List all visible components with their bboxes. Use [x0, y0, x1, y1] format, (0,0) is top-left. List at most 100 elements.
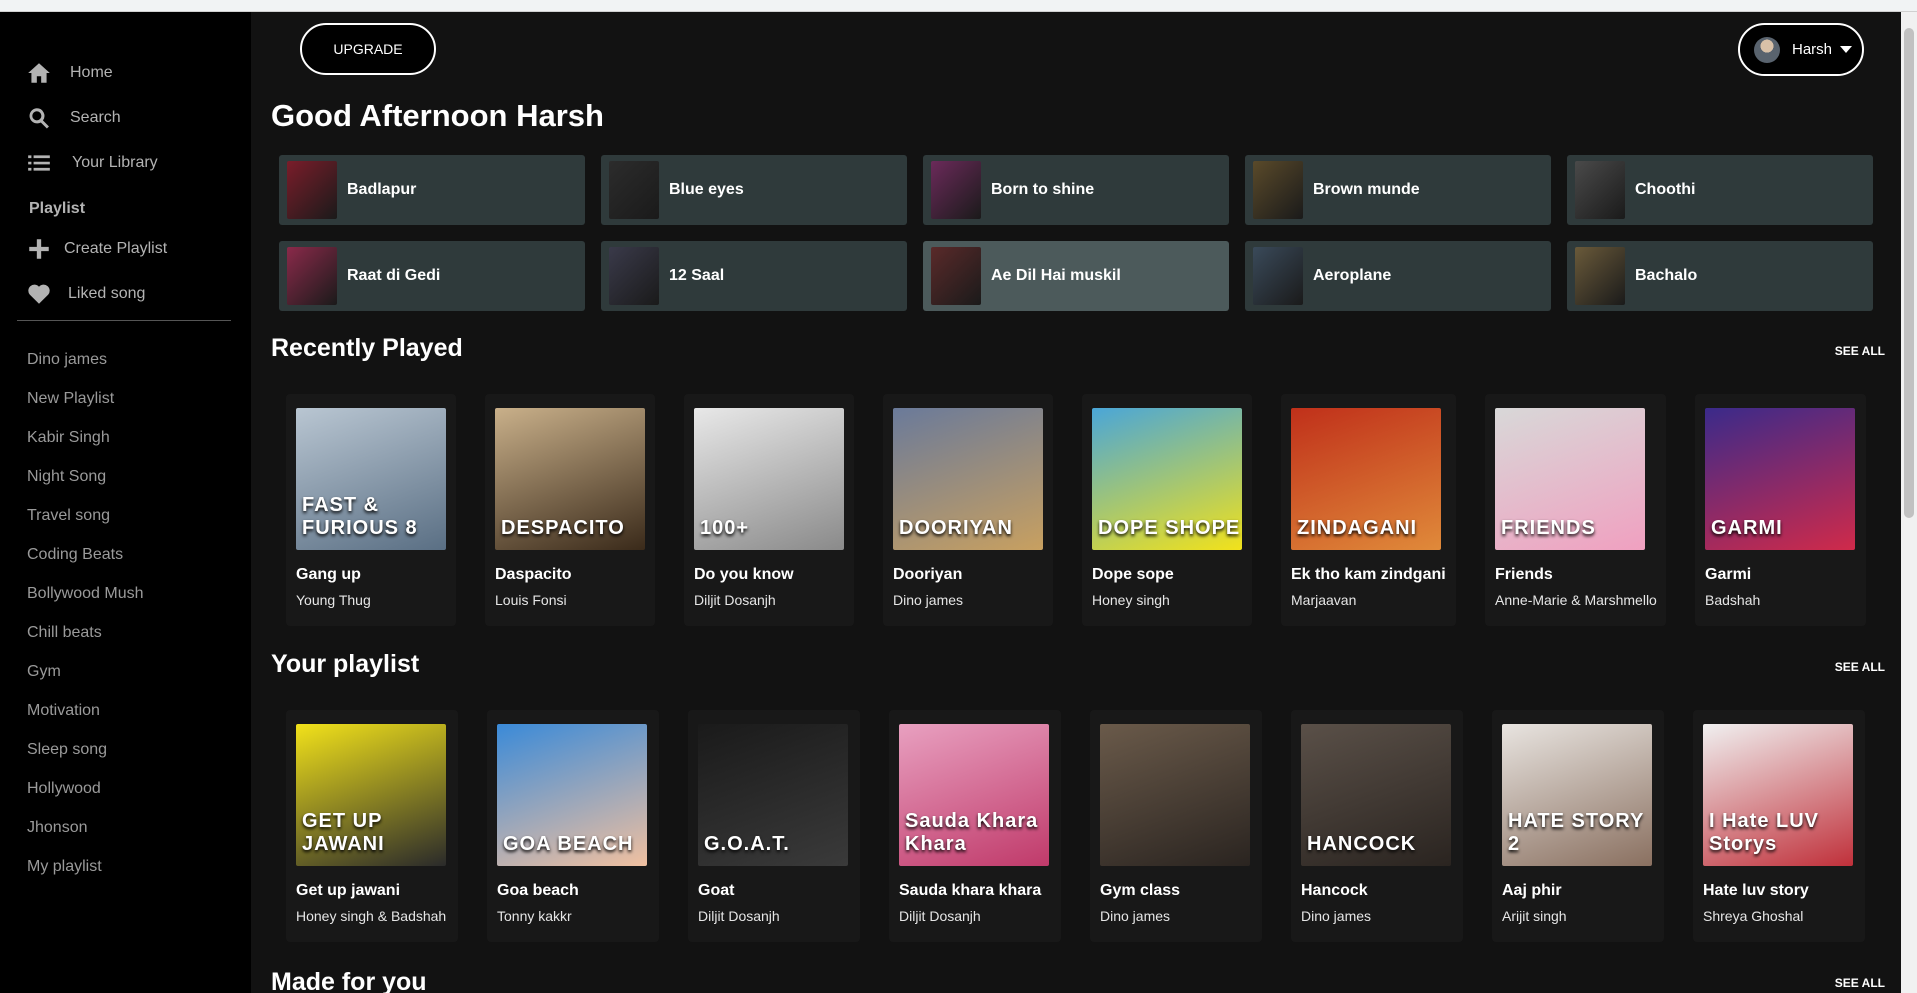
quick-pick-card[interactable]: Brown munde [1245, 155, 1551, 225]
scrollbar-thumb[interactable] [1904, 28, 1914, 518]
song-artist: Arijit singh [1502, 908, 1567, 924]
album-cover-text: HANCOCK [1307, 833, 1417, 855]
song-title: Dooriyan [893, 566, 963, 583]
nav-home-label: Home [70, 64, 113, 81]
playlist-item[interactable]: Jhonson [27, 808, 144, 847]
song-card[interactable]: DOORIYAN Dooriyan Dino james [883, 394, 1053, 626]
album-cover-text: GET UP JAWANI [302, 810, 385, 855]
quick-pick-card[interactable]: Blue eyes [601, 155, 907, 225]
quick-pick-card[interactable]: Badlapur [279, 155, 585, 225]
song-artist: Diljit Dosanjh [698, 908, 780, 924]
quick-pick-cover [931, 161, 981, 219]
profile-menu-button[interactable]: Harsh [1738, 23, 1864, 76]
create-playlist-button[interactable]: Create Playlist [26, 236, 167, 262]
album-cover-text: DOORIYAN [899, 517, 1013, 539]
avatar [1754, 36, 1780, 63]
album-cover-text: 100+ [700, 517, 750, 539]
album-cover: DOORIYAN [893, 408, 1043, 550]
album-cover: DOPE SHOPE [1092, 408, 1242, 550]
quick-pick-card[interactable]: Aeroplane [1245, 241, 1551, 311]
profile-name: Harsh [1792, 41, 1833, 58]
song-artist: Diljit Dosanjh [694, 592, 776, 608]
song-card[interactable]: Gym class Dino james [1090, 710, 1262, 942]
playlist-item[interactable]: Sleep song [27, 730, 144, 769]
song-card[interactable]: FRIENDS Friends Anne-Marie & Marshmello [1485, 394, 1666, 626]
playlist-heading: Playlist [29, 200, 86, 217]
playlist-item[interactable]: My playlist [27, 847, 144, 886]
song-card[interactable]: HATE STORY 2 Aaj phir Arijit singh [1492, 710, 1664, 942]
playlist-item[interactable]: Motivation [27, 691, 144, 730]
song-card[interactable]: HANCOCK Hancock Dino james [1291, 710, 1463, 942]
nav-library[interactable]: Your Library [26, 150, 158, 176]
song-card[interactable]: G.O.A.T. Goat Diljit Dosanjh [688, 710, 860, 942]
quick-pick-title: Ae Dil Hai muskil [991, 267, 1121, 284]
song-card[interactable]: GOA BEACH Goa beach Tonny kakkr [487, 710, 659, 942]
quick-pick-cover [287, 247, 337, 305]
nav-home[interactable]: Home [26, 60, 113, 86]
quick-pick-title: Bachalo [1635, 267, 1698, 284]
song-card[interactable]: GARMI Garmi Badshah [1695, 394, 1866, 626]
playlist-item[interactable]: Bollywood Mush [27, 574, 144, 613]
playlist-item[interactable]: Travel song [27, 496, 144, 535]
browser-tab-strip [0, 0, 1917, 12]
playlist-item[interactable]: Dino james [27, 340, 144, 379]
album-cover-text: I Hate LUV Storys [1709, 810, 1820, 855]
quick-pick-card[interactable]: 12 Saal [601, 241, 907, 311]
song-artist: Tonny kakkr [497, 908, 572, 924]
song-card[interactable]: I Hate LUV Storys Hate luv story Shreya Gh… [1693, 710, 1865, 942]
recently-played-see-all[interactable]: SEE ALL [1835, 344, 1885, 358]
page-scrollbar[interactable] [1901, 12, 1917, 993]
playlist-item[interactable]: New Playlist [27, 379, 144, 418]
quick-pick-title: 12 Saal [669, 267, 725, 284]
playlist-item[interactable]: Hollywood [27, 769, 144, 808]
your-playlist-row: GET UP JAWANI Get up jawani Honey singh & … [286, 710, 1865, 942]
quick-pick-card[interactable]: Born to shine [923, 155, 1229, 225]
quick-pick-cover [609, 247, 659, 305]
nav-search-label: Search [70, 109, 121, 126]
song-card[interactable]: Sauda Khara Khara Sauda khara khara Diljit… [889, 710, 1061, 942]
album-cover: DESPACITO [495, 408, 645, 550]
quick-pick-card[interactable]: Ae Dil Hai muskil [923, 241, 1229, 311]
song-card[interactable]: FAST & FURIOUS 8 Gang up Young Thug [286, 394, 456, 626]
song-card[interactable]: GET UP JAWANI Get up jawani Honey singh & … [286, 710, 458, 942]
album-cover-text: FAST & FURIOUS 8 [302, 494, 418, 539]
song-title: Gym class [1100, 882, 1181, 899]
liked-songs-label: Liked song [68, 285, 146, 302]
song-title: Ek tho kam zindgani [1291, 566, 1446, 583]
playlist-item[interactable]: Coding Beats [27, 535, 144, 574]
nav-library-label: Your Library [72, 154, 158, 171]
playlist-item[interactable]: Kabir Singh [27, 418, 144, 457]
song-card[interactable]: DESPACITO Daspacito Louis Fonsi [485, 394, 655, 626]
quick-pick-title: Choothi [1635, 181, 1696, 198]
liked-songs-button[interactable]: Liked song [26, 281, 145, 307]
song-title: Goat [698, 882, 735, 899]
playlist-item[interactable]: Gym [27, 652, 144, 691]
song-title: Daspacito [495, 566, 572, 583]
album-cover: ZINDAGANI [1291, 408, 1441, 550]
recently-played-row: FAST & FURIOUS 8 Gang up Young Thug DESPACI… [286, 394, 1866, 626]
recently-played-title: Recently Played [271, 334, 463, 362]
album-cover: FAST & FURIOUS 8 [296, 408, 446, 550]
quick-pick-card[interactable]: Bachalo [1567, 241, 1873, 311]
quick-pick-cover [1575, 247, 1625, 305]
song-card[interactable]: 100+ Do you know Diljit Dosanjh [684, 394, 854, 626]
made-for-you-see-all[interactable]: SEE ALL [1835, 976, 1885, 990]
home-icon [28, 63, 50, 83]
playlist-item[interactable]: Chill beats [27, 613, 144, 652]
nav-search[interactable]: Search [26, 105, 121, 131]
playlist-item[interactable]: Night Song [27, 457, 144, 496]
upgrade-button[interactable]: UPGRADE [300, 23, 436, 75]
search-icon [29, 108, 49, 129]
library-icon [28, 155, 50, 171]
album-cover-text: DESPACITO [501, 517, 625, 539]
song-card[interactable]: DOPE SHOPE Dope sope Honey singh [1082, 394, 1252, 626]
your-playlist-title: Your playlist [271, 650, 420, 678]
quick-pick-card[interactable]: Raat di Gedi [279, 241, 585, 311]
album-cover-text: DOPE SHOPE [1098, 517, 1241, 539]
quick-pick-card[interactable]: Choothi [1567, 155, 1873, 225]
your-playlist-see-all[interactable]: SEE ALL [1835, 660, 1885, 674]
quick-picks-grid: Badlapur Blue eyes Born to shine Brown mund… [279, 155, 1876, 311]
album-cover: G.O.A.T. [698, 724, 848, 866]
song-card[interactable]: ZINDAGANI Ek tho kam zindgani Marjaavan [1281, 394, 1456, 626]
album-cover: HATE STORY 2 [1502, 724, 1652, 866]
